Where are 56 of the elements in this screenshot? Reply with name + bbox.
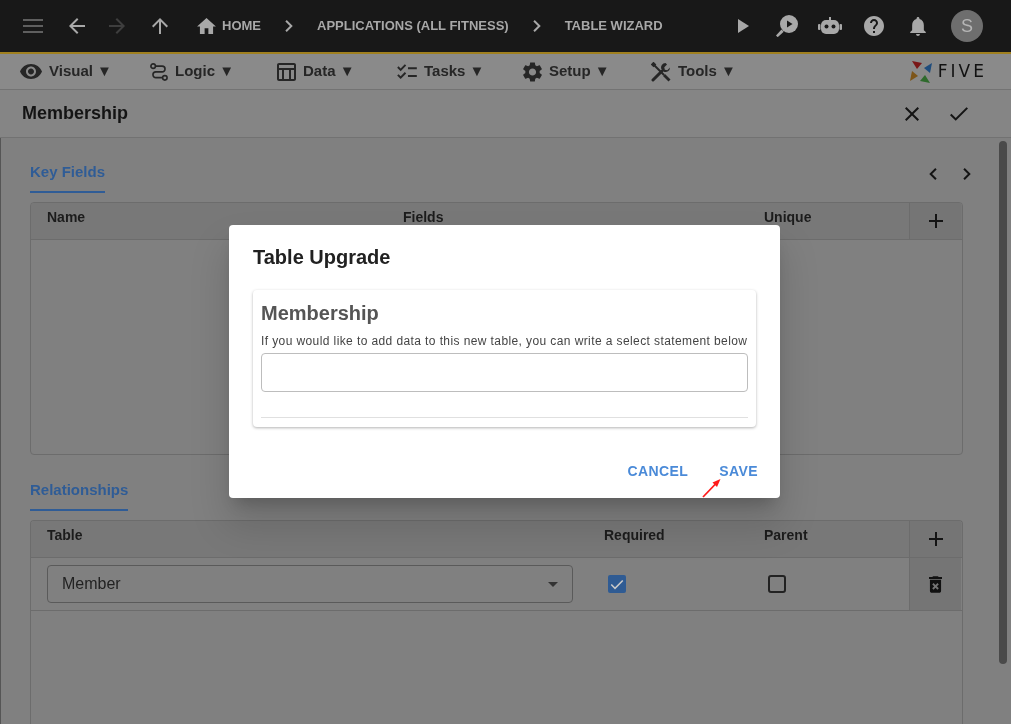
robot-icon[interactable] [818, 17, 842, 35]
menu-item[interactable]: Data ▼ [277, 60, 355, 83]
pinwheel-logo-icon [908, 59, 933, 84]
flow-icon [150, 62, 168, 81]
column-header: Fields [403, 210, 444, 224]
menu-item[interactable]: Visual ▼ [20, 60, 112, 83]
chevron-right-icon[interactable] [963, 167, 971, 180]
menu-item[interactable]: Tasks ▼ [397, 60, 485, 83]
chevron-left-icon[interactable] [929, 167, 937, 180]
menu-item[interactable]: Tools ▼ [651, 60, 736, 83]
home-icon [197, 18, 216, 34]
menu-item[interactable]: Setup ▼ [523, 60, 610, 83]
eye-icon [20, 64, 42, 79]
up-arrow-icon[interactable] [152, 18, 168, 34]
card-title: Membership [261, 302, 380, 324]
column-header: Required [604, 528, 665, 542]
bell-icon[interactable] [910, 16, 926, 36]
tools-icon [651, 61, 671, 82]
breadcrumb-link[interactable]: TABLE WIZARD [564, 16, 663, 36]
delete-row-button[interactable] [909, 558, 961, 610]
check-icon[interactable] [950, 106, 968, 121]
chevron-right-icon [532, 20, 541, 32]
dropdown-caret-icon [548, 581, 558, 587]
dialog-button[interactable]: CANCEL [619, 453, 697, 489]
checkbox[interactable] [768, 575, 786, 593]
card-description: If you would like to add data to this new table, you can write a select statement below [261, 333, 748, 349]
chat-search-icon[interactable] [776, 15, 798, 37]
close-icon[interactable] [905, 106, 919, 121]
table-select[interactable]: Member [47, 565, 573, 603]
menu-item[interactable]: Logic ▼ [150, 60, 234, 83]
help-icon[interactable] [864, 16, 884, 36]
column-header: Table [47, 528, 83, 542]
breadcrumb-link[interactable]: HOME [197, 16, 261, 36]
column-header: Unique [764, 210, 812, 224]
scrollbar-thumb[interactable] [999, 141, 1007, 664]
form-title: Membership [22, 102, 129, 125]
checkbox[interactable] [608, 575, 626, 593]
play-icon[interactable] [738, 19, 749, 33]
trash-icon [929, 575, 942, 593]
chevron-right-icon [285, 20, 293, 32]
plus-icon [928, 532, 943, 546]
column-header: Parent [764, 528, 808, 542]
plus-icon [928, 214, 943, 228]
back-arrow-icon[interactable] [69, 18, 85, 34]
dialog-title: Table Upgrade [253, 245, 392, 269]
menu-icon[interactable] [23, 19, 43, 33]
logo-text: FIVE [937, 59, 987, 83]
checklist-icon [397, 63, 417, 80]
dialog-button[interactable]: SAVE [711, 453, 766, 489]
column-header: Name [47, 210, 86, 224]
table-icon [277, 62, 296, 81]
gear-icon [523, 61, 542, 82]
user-avatar[interactable]: S [951, 10, 983, 42]
select-statement-field[interactable] [261, 353, 748, 392]
breadcrumb-link[interactable]: APPLICATIONS (ALL FITNESS) [317, 16, 509, 36]
pointer-arrow-icon [702, 478, 721, 498]
